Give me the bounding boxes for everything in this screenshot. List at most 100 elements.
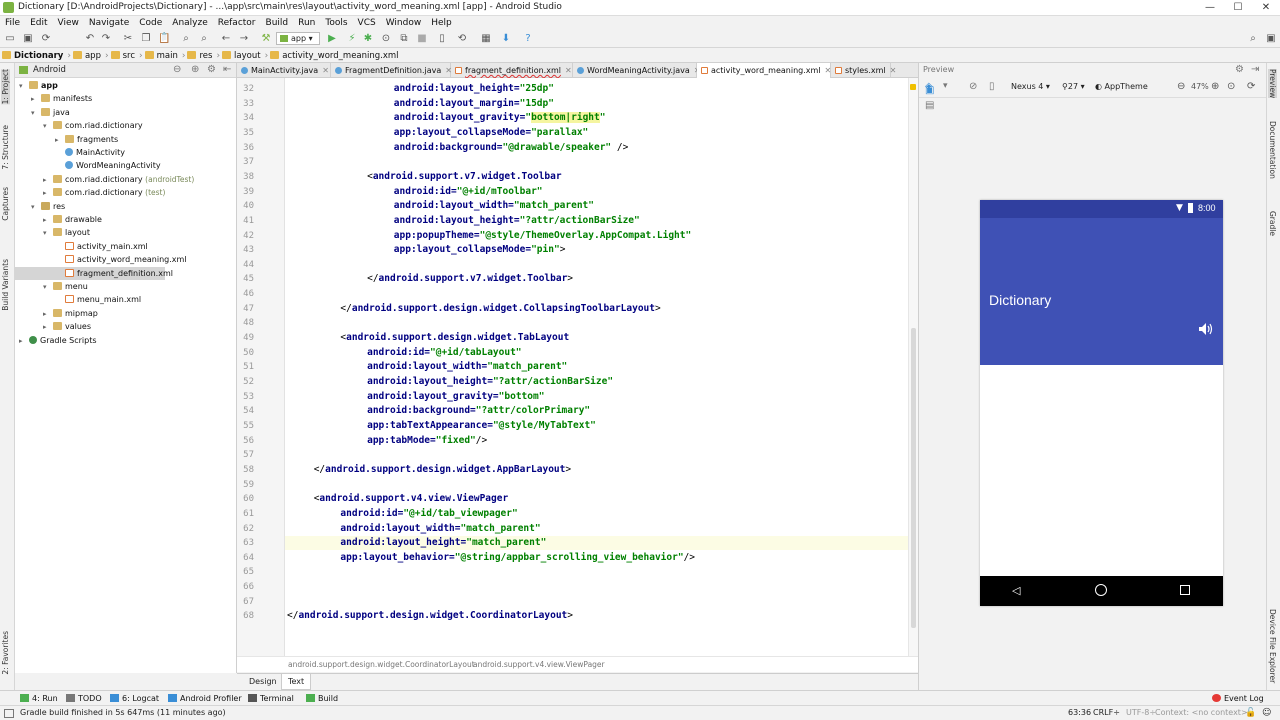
back-nav-icon[interactable]: ◁ (1012, 584, 1020, 597)
menu-view[interactable]: View (53, 16, 84, 30)
right-tool-tab[interactable]: Gradle (1268, 211, 1277, 236)
nav-crumb[interactable]: activity_word_meaning.xml (268, 49, 402, 63)
code-line[interactable]: app:tabMode="fixed"/> (367, 435, 487, 446)
code-line[interactable]: android:layout_height="match_parent" (340, 537, 546, 548)
menu-navigate[interactable]: Navigate (84, 16, 134, 30)
profile-icon[interactable]: ⊙ (380, 33, 392, 45)
tool-build[interactable]: Build (306, 691, 338, 706)
close-tab-icon[interactable]: ✕ (890, 66, 897, 75)
nav-crumb[interactable]: res (185, 49, 216, 63)
tool-profiler[interactable]: Android Profiler (168, 691, 242, 706)
zoom-out-icon[interactable]: ⊖ (1177, 81, 1185, 92)
sdk-manager-icon[interactable]: ⬇ (500, 33, 512, 45)
device-select[interactable]: Nexus 4 ▾ (1011, 82, 1050, 91)
zoom-fit-icon[interactable]: ⊙ (1227, 81, 1235, 92)
code-line[interactable]: <android.support.v7.widget.Toolbar (367, 171, 561, 182)
code-line[interactable]: android:id="@+id/tab_viewpager" (340, 508, 517, 519)
sync-gradle-icon[interactable]: ⟲ (456, 33, 468, 45)
tree-item[interactable]: ▸ drawable (43, 213, 102, 226)
tree-item[interactable]: ▸ manifests (31, 92, 92, 105)
recents-nav-icon[interactable] (1180, 585, 1190, 595)
chevron-right-icon[interactable]: ▸ (43, 308, 53, 321)
code-line[interactable]: android:layout_width="match_parent" (367, 361, 567, 372)
close-tab-icon[interactable]: ✕ (322, 66, 329, 75)
stop-icon[interactable]: ■ (416, 33, 428, 45)
design-surface-icon[interactable]: ▣ (925, 85, 934, 96)
chevron-right-icon[interactable]: ▸ (43, 174, 53, 187)
redo-icon[interactable]: ↷ (100, 33, 112, 45)
run-icon[interactable]: ▶ (326, 33, 338, 45)
menu-file[interactable]: File (0, 16, 25, 30)
tree-item[interactable]: WordMeaningActivity (55, 159, 161, 172)
theme-select[interactable]: ◐ AppTheme (1095, 82, 1148, 91)
code-line[interactable]: android:layout_height="?attr/actionBarSi… (367, 376, 613, 387)
chevron-down-icon[interactable]: ▾ (43, 281, 53, 294)
editor-tab[interactable]: FragmentDefinition.java ✕ (331, 63, 452, 78)
cut-icon[interactable]: ✂ (122, 33, 134, 45)
right-tool-tab[interactable]: Preview (1268, 69, 1277, 99)
editor-scrollbar[interactable] (908, 78, 918, 656)
code-line[interactable]: android:layout_height="?attr/actionBarSi… (394, 215, 640, 226)
editor-tab[interactable]: fragment_definition.xml ✕ (451, 63, 573, 78)
code-line[interactable]: android:id="@+id/mToolbar" (394, 186, 543, 197)
tool-todo[interactable]: TODO (66, 691, 102, 706)
forward-icon[interactable]: → (238, 33, 250, 45)
chevron-right-icon[interactable]: ▸ (19, 335, 29, 348)
run-config-select[interactable]: app ▾ (276, 32, 320, 45)
undo-icon[interactable]: ↶ (84, 33, 96, 45)
chevron-right-icon[interactable]: ▸ (43, 321, 53, 334)
code-line[interactable]: </android.support.design.widget.AppBarLa… (314, 464, 571, 475)
left-tool-tab[interactable]: 1: Project (1, 69, 10, 105)
apply-changes-icon[interactable]: ⚡ (346, 33, 358, 45)
find-icon[interactable]: ⌕ (180, 33, 192, 45)
collapse-icon[interactable]: ⊖ (173, 64, 181, 75)
debug-icon[interactable]: ✱ (362, 33, 374, 45)
help-icon[interactable]: ? (522, 33, 534, 45)
tree-item[interactable]: ▸ mipmap (43, 307, 98, 320)
open-folder-icon[interactable]: ▭ (4, 33, 16, 45)
code-line[interactable]: app:tabTextAppearance="@style/MyTabText" (367, 420, 596, 431)
tree-item[interactable]: ▾ res (31, 200, 65, 213)
breadcrumb-coordinator[interactable]: android.support.design.widget.Coordinato… (288, 660, 475, 669)
project-view-select[interactable]: Android (33, 65, 66, 75)
tree-item[interactable]: ▸ Gradle Scripts (19, 334, 97, 347)
tree-item[interactable]: ▾ menu (43, 280, 88, 293)
tree-item[interactable]: ▾ java (31, 106, 70, 119)
menu-tools[interactable]: Tools (320, 16, 352, 30)
refresh-icon[interactable]: ⟳ (1247, 81, 1255, 92)
gear-icon[interactable]: ⚙ (1235, 64, 1244, 75)
menu-window[interactable]: Window (381, 16, 427, 30)
tab-design[interactable]: Design (243, 674, 283, 690)
line-separator[interactable]: CRLF÷ (1093, 708, 1120, 717)
tree-item[interactable]: ▾ layout (43, 226, 90, 239)
tool-run[interactable]: 4: Run (20, 691, 58, 706)
tree-item[interactable]: ▸ values (43, 320, 91, 333)
zoom-in-icon[interactable]: ⊕ (1211, 81, 1219, 92)
chevron-right-icon[interactable]: ▸ (43, 214, 53, 227)
tree-item[interactable]: ▾ app (19, 79, 58, 92)
code-line[interactable]: </android.support.design.widget.Coordina… (287, 610, 573, 621)
code-line[interactable]: </android.support.design.widget.Collapsi… (340, 303, 660, 314)
close-tab-icon[interactable]: ✕ (565, 66, 572, 75)
tool-logcat[interactable]: 6: Logcat (110, 691, 159, 706)
nav-crumb[interactable]: Dictionary (0, 49, 67, 63)
scroll-thumb[interactable] (911, 328, 916, 628)
code-editor[interactable]: 32 33 34 35 36 37 38 39 40 41 42 43 44 45 46 47 48 49 50 51… (237, 78, 918, 656)
tool-terminal[interactable]: Terminal (248, 691, 294, 706)
tab-text[interactable]: Text (281, 674, 312, 690)
menu-run[interactable]: Run (293, 16, 320, 30)
target-icon[interactable]: ⊕ (191, 64, 199, 75)
left-tool-tab[interactable]: Build Variants (1, 259, 10, 311)
nav-crumb[interactable]: main (143, 49, 182, 63)
editor-tab[interactable]: MainActivity.java ✕ (237, 63, 331, 78)
tree-item[interactable]: ▸ com.riad.dictionary (test) (43, 186, 165, 199)
code-line[interactable]: </android.support.v7.widget.Toolbar> (367, 273, 573, 284)
event-log-button[interactable]: Event Log (1212, 691, 1264, 706)
chevron-down-icon[interactable]: ▾ (31, 107, 41, 120)
ide-icon[interactable]: ▣ (1265, 33, 1277, 45)
menu-analyze[interactable]: Analyze (167, 16, 212, 30)
inspector-icon[interactable]: ☺ (1262, 708, 1271, 718)
rotate-icon[interactable]: ⊘ (969, 81, 977, 92)
left-tool-tab[interactable]: Captures (1, 187, 10, 221)
code-line[interactable]: android:layout_height="25dp" (394, 83, 554, 94)
